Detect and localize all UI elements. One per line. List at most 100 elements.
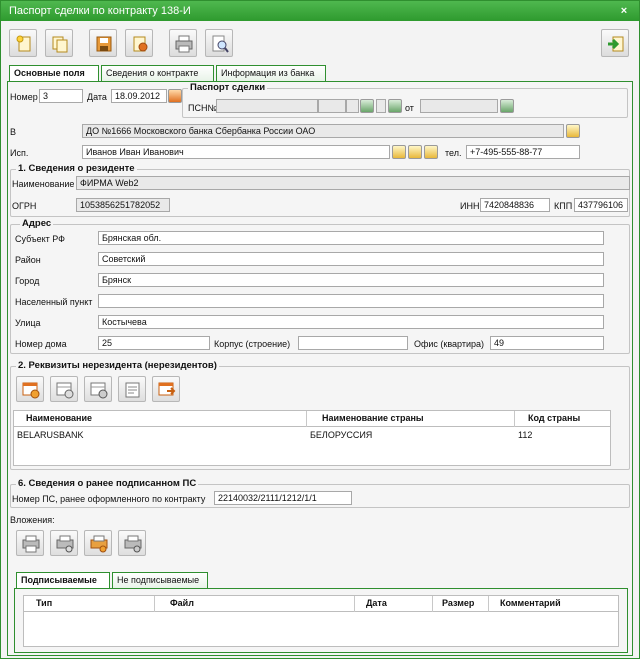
phone-field[interactable]: +7-495-555-88-77 [466,145,580,159]
city-field[interactable]: Брянск [98,273,604,287]
nonresident-delete-button[interactable] [84,376,112,402]
passport-group-title: Паспорт сделки [188,82,268,94]
new-document-button[interactable] [9,29,37,57]
column-header-country[interactable]: Наименование страны [322,413,424,423]
locality-label: Населенный пункт [15,297,93,307]
copy-button[interactable] [45,29,73,57]
psn-field-3[interactable] [346,99,359,113]
delete-row-icon [90,382,108,399]
resident-name-field[interactable]: ФИРМА Web2 [76,176,630,190]
save-icon [96,36,112,52]
locality-field[interactable] [98,294,604,308]
attachment-add-button[interactable] [16,530,44,556]
column-header-code[interactable]: Код страны [528,413,580,423]
attachments-table: Тип Файл Дата Размер Комментарий [23,595,619,647]
sign-button[interactable] [125,29,153,57]
kpp-field[interactable]: 437796106 [574,198,628,212]
date-field[interactable]: 18.09.2012 [111,89,167,103]
attachment-delete-button[interactable] [118,530,146,556]
bank-select-icon[interactable] [566,124,580,138]
attach-delete-icon [124,535,142,553]
number-field[interactable]: 3 [39,89,83,103]
inn-label: ИНН [460,201,480,211]
save-button[interactable] [89,29,117,57]
preview-button[interactable] [205,29,233,57]
psn-lookup-icon[interactable] [360,99,374,113]
psn-date-search-icon[interactable] [500,99,514,113]
main-toolbar [1,21,639,61]
psn-date-field[interactable] [420,99,498,113]
tab-unsigned[interactable]: Не подписываемые [112,572,208,588]
print-icon [175,35,193,53]
executor-label: Исп. [10,148,29,158]
previous-ps-title: 6. Сведения о ранее подписанном ПС [16,478,199,490]
exit-icon [608,36,624,52]
column-header-comment[interactable]: Комментарий [500,598,561,608]
ot-label: от [405,103,414,113]
nonresident-edit-button[interactable] [50,376,78,402]
building-label: Корпус (строение) [214,339,291,349]
tab-bank-info[interactable]: Информация из банка [216,65,326,81]
region-label: Субъект РФ [15,234,65,244]
executor-search-icon[interactable] [392,145,406,159]
row-code-cell: 112 [518,430,533,440]
executor-edit-icon[interactable] [424,145,438,159]
street-label: Улица [15,318,41,328]
nonresident-import-button[interactable] [152,376,180,402]
calendar-icon[interactable] [168,89,182,103]
window-titlebar: Паспорт сделки по контракту 138-И × [1,1,639,21]
date-label: Дата [87,92,107,102]
ogrn-field[interactable]: 1053856251782052 [76,198,170,212]
column-header-file[interactable]: Файл [170,598,194,608]
street-field[interactable]: Костычева [98,315,604,329]
attachments-label: Вложения: [10,515,55,525]
psn-field-1[interactable] [216,99,318,113]
close-icon[interactable]: × [617,1,631,21]
region-field[interactable]: Брянская обл. [98,231,604,245]
exit-button[interactable] [601,29,629,57]
office-label: Офис (квартира) [414,339,485,349]
ogrn-label: ОГРН [12,201,37,211]
previous-ps-field[interactable]: 22140032/2111/1212/1/1 [214,491,352,505]
attachment-scan-button[interactable] [50,530,78,556]
tab-contract-info[interactable]: Сведения о контракте [101,65,214,81]
house-label: Номер дома [15,339,67,349]
psn-search-icon[interactable] [388,99,402,113]
executor-field[interactable]: Иванов Иван Иванович [82,145,390,159]
nonresident-table: Наименование Наименование страны Код стр… [13,410,611,466]
executor-card-icon[interactable] [408,145,422,159]
add-row-icon [22,382,40,399]
row-country-cell: БЕЛОРУССИЯ [310,430,373,440]
column-header-type[interactable]: Тип [36,598,52,608]
column-header-name[interactable]: Наименование [26,413,92,423]
main-panel: Номер 3 Дата 18.09.2012 Паспорт сделки П… [7,81,633,656]
attachments-table-header: Тип Файл Дата Размер Комментарий [24,596,618,612]
district-field[interactable]: Советский [98,252,604,266]
resident-section-title: 1. Сведения о резиденте [16,163,137,175]
nonresident-table-header: Наименование Наименование страны Код стр… [14,411,610,427]
district-label: Район [15,255,41,265]
window-title: Паспорт сделки по контракту 138-И [9,5,191,17]
psn-label: ПСН№ [188,103,218,113]
house-field[interactable]: 25 [98,336,210,350]
inn-field[interactable]: 7420848836 [480,198,550,212]
nonresident-notes-button[interactable] [118,376,146,402]
attachments-tab-panel: Тип Файл Дата Размер Комментарий [14,588,628,653]
tab-signed[interactable]: Подписываемые [16,572,110,589]
attach-scan-icon [56,535,74,553]
table-row[interactable]: BELARUSBANK БЕЛОРУССИЯ 112 [14,428,610,442]
column-header-size[interactable]: Размер [442,598,474,608]
nonresident-add-button[interactable] [16,376,44,402]
new-doc-icon [16,35,31,52]
building-field[interactable] [298,336,408,350]
city-label: Город [15,276,40,286]
psn-field-4[interactable] [376,99,386,113]
print-button[interactable] [169,29,197,57]
attach-add-icon [22,535,40,553]
bank-field[interactable]: ДО №1666 Московского банка Сбербанка Рос… [82,124,564,138]
psn-field-2[interactable] [318,99,346,113]
attachment-edit-button[interactable] [84,530,112,556]
column-header-date[interactable]: Дата [366,598,387,608]
tab-main-fields[interactable]: Основные поля [9,65,99,82]
office-field[interactable]: 49 [490,336,604,350]
